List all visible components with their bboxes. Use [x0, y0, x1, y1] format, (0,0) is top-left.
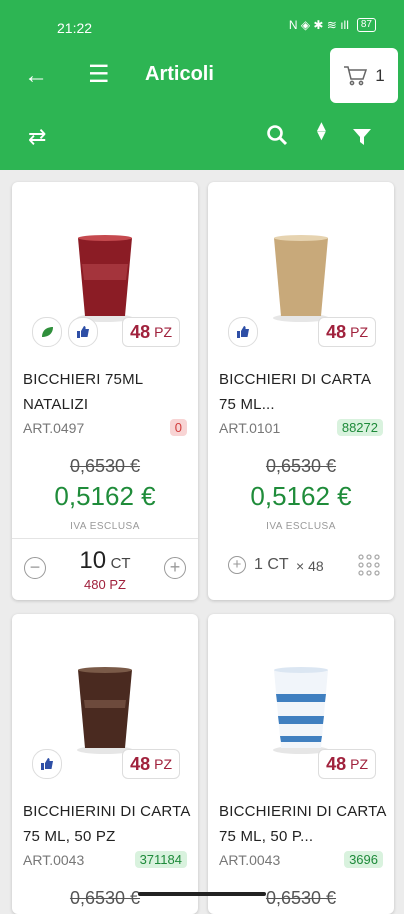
pack-label: 1 CT [254, 556, 289, 573]
product-name: BICCHIERINI DI CARTA 75 ML, 50 PZ [23, 803, 190, 845]
search-icon[interactable] [266, 124, 288, 151]
eco-leaf-icon [32, 317, 62, 347]
package-quantity: 48 [326, 753, 347, 774]
battery-icon: 87 [356, 18, 376, 32]
product-image [77, 667, 133, 754]
stock-badge: 88272 [336, 419, 383, 436]
plus-icon[interactable]: + [164, 557, 186, 579]
vat-note: IVA ESCLUSA [70, 521, 140, 532]
status-bar: 21:22 N ◈ ✱ ≋ ıll 87 [0, 0, 404, 52]
order-quantity: 10 [79, 547, 107, 574]
product-name: BICCHIERINI DI CARTA 75 ML, 50 P... [219, 803, 386, 845]
product-card[interactable]: 48 PZ BICCHIERINI DI CARTA 75 ML, 50 P..… [208, 614, 394, 914]
page-title: Articoli [145, 63, 214, 85]
package-quantity-badge: 48 PZ [122, 749, 180, 779]
product-image [77, 235, 133, 322]
vat-note: IVA ESCLUSA [266, 521, 336, 532]
package-unit: PZ [350, 324, 368, 340]
product-badges [228, 317, 258, 347]
package-unit: PZ [350, 756, 368, 772]
back-arrow-icon[interactable]: ← [24, 62, 48, 90]
article-code: ART.0043 [219, 852, 281, 868]
thumbs-up-icon [228, 317, 258, 347]
product-name: BICCHIERI 75ML NATALIZI [23, 371, 143, 413]
status-icons: N ◈ ✱ ≋ ıll 87 [289, 18, 376, 32]
new-price: 0,5162 € [250, 481, 352, 511]
article-code: ART.0101 [219, 420, 281, 436]
gesture-bar [138, 892, 266, 896]
stock-badge: 0 [169, 419, 187, 436]
old-price: 0,6530 € [265, 456, 337, 476]
package-quantity: 48 [326, 321, 347, 342]
thumbs-up-icon [68, 317, 98, 347]
quantity-stepper: − 10 CT 480 PZ + [12, 538, 198, 601]
cart-icon [344, 65, 368, 85]
package-unit: PZ [154, 756, 172, 772]
status-indicators: N ◈ ✱ ≋ ıll [288, 18, 349, 32]
swap-view-icon[interactable]: ⇄ [28, 124, 46, 150]
package-quantity-badge: 48 PZ [318, 317, 376, 347]
stock-badge: 371184 [134, 851, 187, 868]
package-quantity: 48 [130, 753, 151, 774]
product-card[interactable]: 48 PZ BICCHIERINI DI CARTA 75 ML, 50 PZ … [12, 614, 198, 914]
add-icon[interactable]: + [228, 556, 246, 574]
product-card[interactable]: 48 PZ BICCHIERI DI CARTA 75 ML... ART.01… [208, 182, 394, 600]
hamburger-menu-icon[interactable]: ☰ [88, 60, 110, 89]
new-price: 0,5162 € [54, 481, 156, 511]
product-badges [32, 317, 98, 347]
product-name: BICCHIERI DI CARTA 75 ML... [219, 371, 371, 413]
package-quantity-badge: 48 PZ [318, 749, 376, 779]
app-bar: ← ☰ Articoli 1 ⇄ ▲ ▼ [0, 48, 404, 170]
sort-icon[interactable]: ▲ ▼ [314, 119, 329, 143]
product-card[interactable]: 48 PZ BICCHIERI 75ML NATALIZI ART.0497 0… [12, 182, 198, 600]
package-quantity-badge: 48 PZ [122, 317, 180, 347]
product-image [273, 667, 329, 754]
grid-select-icon[interactable] [358, 554, 380, 581]
status-time: 21:22 [57, 20, 93, 36]
product-badges [32, 749, 62, 779]
product-image [273, 235, 329, 322]
old-price: 0,6530 € [69, 456, 141, 476]
cart-button[interactable]: 1 [330, 48, 398, 103]
filter-icon[interactable] [352, 128, 372, 151]
package-quantity: 48 [130, 321, 151, 342]
add-to-cart-row: + 1 CT × 48 [208, 538, 394, 600]
thumbs-up-icon [32, 749, 62, 779]
pack-multiplier: × 48 [296, 558, 324, 574]
package-unit: PZ [154, 324, 172, 340]
article-code: ART.0497 [23, 420, 85, 436]
article-code: ART.0043 [23, 852, 85, 868]
order-pieces: 480 PZ [84, 577, 126, 592]
cart-count: 1 [375, 65, 385, 85]
stock-badge: 3696 [344, 851, 383, 868]
order-unit: CT [110, 555, 131, 572]
